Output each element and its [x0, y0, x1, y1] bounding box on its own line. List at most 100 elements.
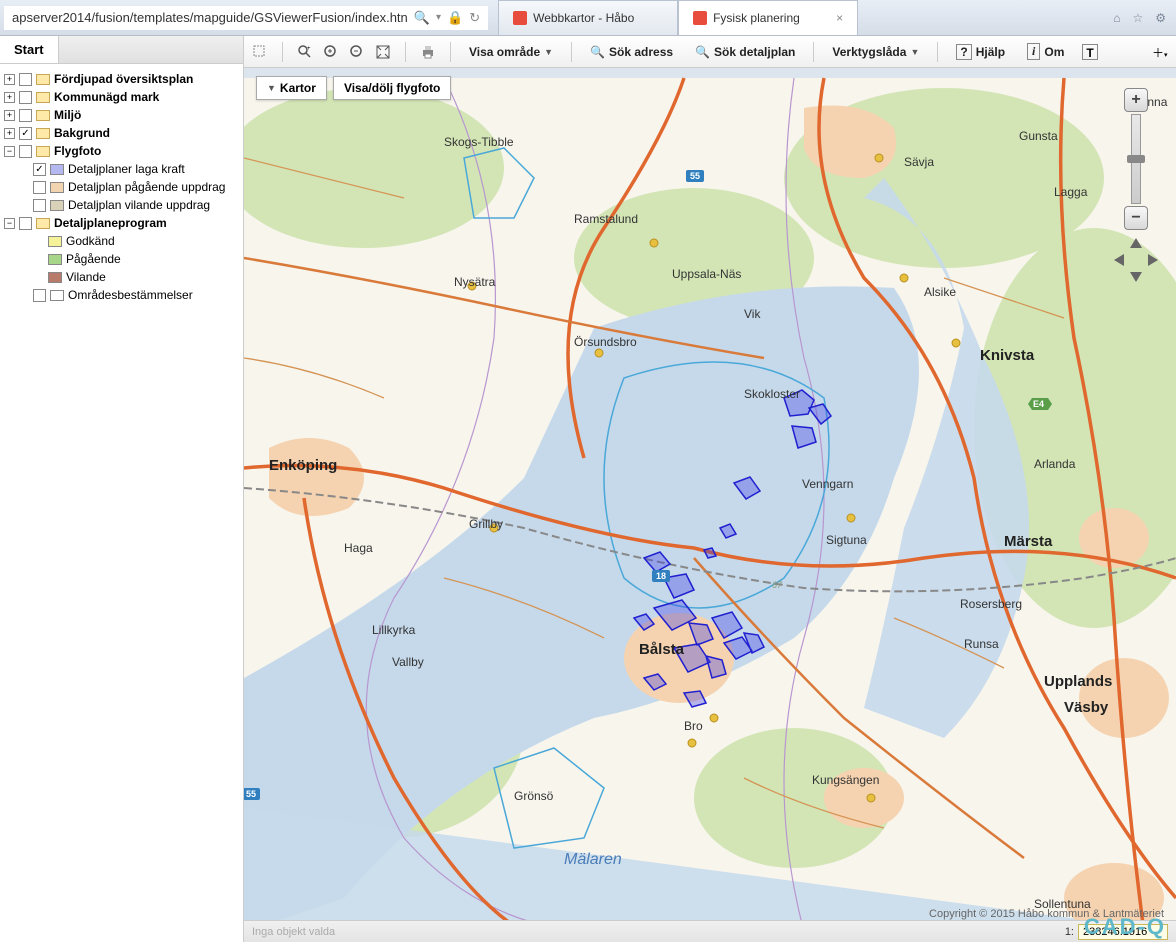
tree-item[interactable]: +Miljö	[4, 106, 239, 124]
om-button[interactable]: i Om	[1023, 41, 1068, 62]
svg-text:Vallby: Vallby	[392, 655, 424, 669]
svg-text:Arlanda: Arlanda	[1034, 457, 1076, 471]
tab-fysisk-planering[interactable]: Fysisk planering ×	[678, 0, 858, 35]
tree-item[interactable]: Detaljplan pågående uppdrag	[4, 178, 239, 196]
layer-swatch-icon	[50, 182, 64, 193]
pan-control	[1114, 238, 1158, 282]
svg-text:55: 55	[690, 171, 700, 181]
expander-icon[interactable]: +	[4, 128, 15, 139]
layer-checkbox[interactable]	[19, 109, 32, 122]
window-controls: ⌂ ☆ ⚙	[1113, 11, 1176, 25]
kartor-button[interactable]: ▼ Kartor	[256, 76, 327, 100]
svg-text:Sävja: Sävja	[904, 155, 934, 169]
tab-webbkartor[interactable]: Webbkartor - Håbo	[498, 0, 678, 35]
pan-east-button[interactable]	[1148, 254, 1158, 266]
tree-item[interactable]: +Fördjupad översiktsplan	[4, 70, 239, 88]
tree-item[interactable]: Godkänd	[4, 232, 239, 250]
layer-swatch-icon	[48, 272, 62, 283]
vendor-logo: CAD-Q	[1084, 914, 1166, 940]
layer-checkbox[interactable]	[19, 127, 32, 140]
zoom-out-icon[interactable]	[349, 44, 365, 60]
tree-item[interactable]: Områdesbestämmelser	[4, 286, 239, 304]
svg-text:+: +	[307, 46, 311, 52]
tree-item[interactable]: − Detaljplaneprogram	[4, 214, 239, 232]
expander-icon[interactable]: −	[4, 146, 15, 157]
tree-item-label: Detaljplaneprogram	[54, 216, 167, 230]
layer-checkbox[interactable]	[33, 181, 46, 194]
zoom-out-button[interactable]: −	[1124, 206, 1148, 230]
folder-icon	[36, 92, 50, 103]
tab-label: Webbkartor - Håbo	[533, 11, 634, 25]
layer-checkbox[interactable]	[33, 289, 46, 302]
refresh-icon[interactable]: ↻	[469, 10, 480, 26]
tree-item[interactable]: Detaljplan vilande uppdrag	[4, 196, 239, 214]
sidebar-tab-start[interactable]: Start	[0, 36, 59, 63]
svg-text:Bro: Bro	[684, 719, 703, 733]
folder-icon	[36, 128, 50, 139]
layer-checkbox[interactable]	[19, 91, 32, 104]
chevron-down-icon: ▼	[267, 83, 276, 93]
expander-icon[interactable]: −	[4, 218, 15, 229]
svg-text:Alsike: Alsike	[924, 285, 956, 299]
svg-text:Upplands: Upplands	[1044, 673, 1112, 690]
tree-item[interactable]: Detaljplaner laga kraft	[4, 160, 239, 178]
hjalp-button[interactable]: ? Hjälp	[952, 42, 1009, 62]
layer-tree: +Fördjupad översiktsplan+Kommunägd mark+…	[0, 64, 243, 942]
zoom-in-icon[interactable]	[323, 44, 339, 60]
zoom-rect-icon[interactable]: +	[297, 44, 313, 60]
print-icon[interactable]	[420, 44, 436, 60]
tree-item[interactable]: + Kommunägd mark	[4, 88, 239, 106]
star-icon[interactable]: ☆	[1132, 11, 1143, 25]
map-viewport[interactable]: 55 55 18 E4 67 Skogs-Tibble	[244, 68, 1176, 942]
expander-icon[interactable]: +	[4, 74, 15, 85]
layer-checkbox[interactable]	[19, 145, 32, 158]
sok-detaljplan-button[interactable]: 🔍 Sök detaljplan	[691, 43, 799, 61]
chevron-down-icon: ▼	[544, 47, 553, 57]
visa-omrade-button[interactable]: Visa område ▼	[465, 43, 557, 61]
map-canvas[interactable]: 55 55 18 E4 67 Skogs-Tibble	[244, 68, 1176, 942]
svg-text:E4: E4	[1033, 399, 1044, 409]
address-bar[interactable]: apserver2014/fusion/templates/mapguide/G…	[4, 6, 488, 30]
layer-checkbox[interactable]	[19, 73, 32, 86]
svg-text:Venngarn: Venngarn	[802, 477, 853, 491]
zoom-in-button[interactable]: +	[1124, 88, 1148, 112]
select-icon[interactable]	[252, 44, 268, 60]
zoom-slider[interactable]	[1131, 114, 1141, 204]
tree-item[interactable]: Pågående	[4, 250, 239, 268]
zoom-extent-icon[interactable]	[375, 44, 391, 60]
tree-item-label: Vilande	[66, 270, 106, 284]
tab-close-icon[interactable]: ×	[836, 11, 843, 25]
svg-text:55: 55	[246, 789, 256, 799]
svg-text:Rosersberg: Rosersberg	[960, 597, 1022, 611]
zoom-handle[interactable]	[1127, 155, 1145, 163]
selection-status: Inga objekt valda	[252, 926, 335, 938]
pan-south-button[interactable]	[1130, 272, 1142, 282]
pan-north-button[interactable]	[1130, 238, 1142, 248]
expander-icon[interactable]: +	[4, 110, 15, 121]
gear-icon[interactable]: ⚙	[1155, 11, 1166, 25]
pan-west-button[interactable]	[1114, 254, 1124, 266]
search-icon[interactable]: 🔍	[414, 10, 430, 26]
tree-item-label: Kommunägd mark	[54, 90, 159, 104]
info-icon: i	[1027, 43, 1040, 60]
tab-favicon	[693, 11, 707, 25]
tree-item[interactable]: +Bakgrund	[4, 124, 239, 142]
toggle-flygfoto-button[interactable]: Visa/dölj flygfoto	[333, 76, 451, 100]
layer-checkbox[interactable]	[33, 199, 46, 212]
text-tool-icon[interactable]: T	[1082, 44, 1098, 60]
layer-checkbox[interactable]	[33, 163, 46, 176]
svg-text:Kungsängen: Kungsängen	[812, 773, 879, 787]
map-overlay-controls: ▼ Kartor Visa/dölj flygfoto	[256, 76, 451, 100]
tree-item[interactable]: −Flygfoto	[4, 142, 239, 160]
svg-text:Örsundsbro: Örsundsbro	[574, 335, 637, 349]
add-tool-icon[interactable]: ＋▾	[1152, 44, 1168, 60]
tree-item[interactable]: Vilande	[4, 268, 239, 286]
verktygslada-button[interactable]: Verktygslåda ▼	[828, 43, 923, 61]
sok-adress-button[interactable]: 🔍 Sök adress	[586, 43, 677, 61]
home-icon[interactable]: ⌂	[1113, 11, 1120, 25]
svg-text:Mälaren: Mälaren	[564, 851, 622, 868]
svg-text:Gunsta: Gunsta	[1019, 129, 1058, 143]
svg-text:Enköping: Enköping	[269, 457, 337, 474]
expander-icon[interactable]: +	[4, 92, 15, 103]
layer-checkbox[interactable]	[19, 217, 32, 230]
